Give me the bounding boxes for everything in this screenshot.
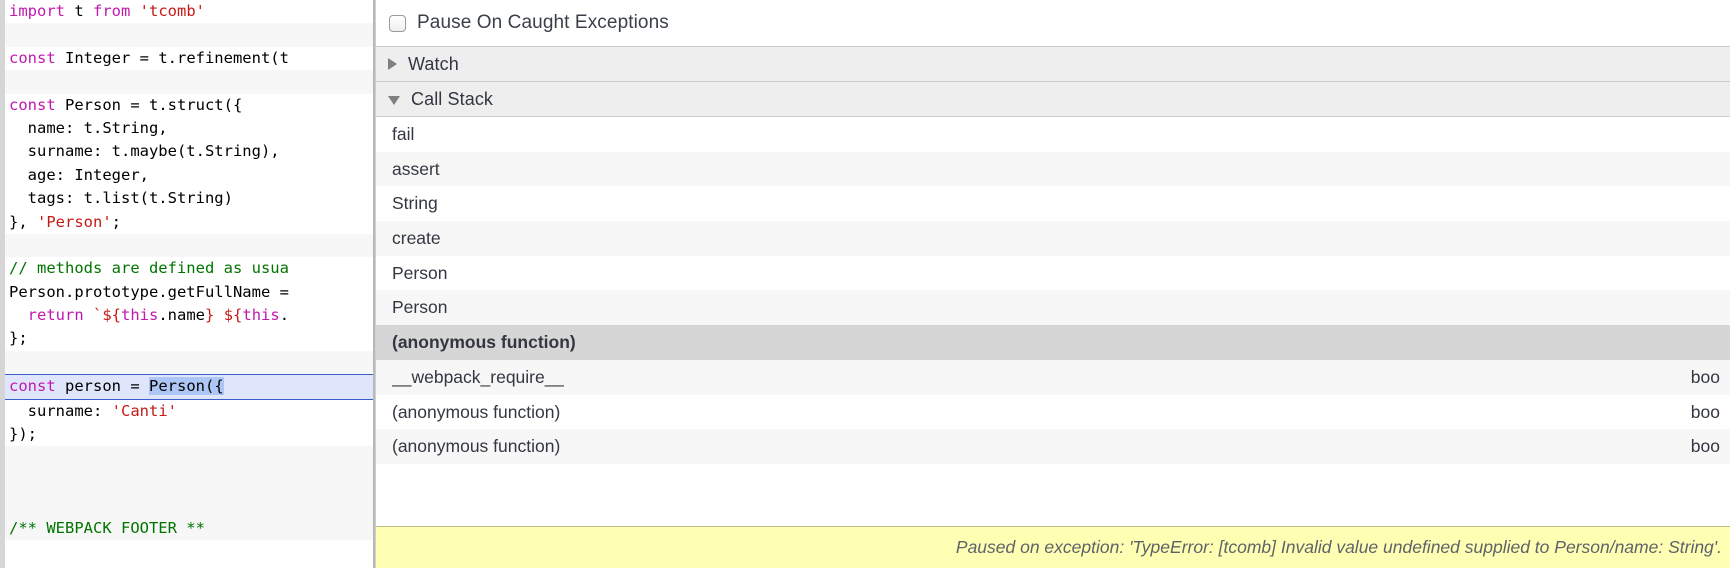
debugger-sidebar: Pause On Caught Exceptions Watch Call St… [375, 0, 1730, 568]
code-token: Person.prototype.getFullName = [9, 282, 289, 301]
code-token: ${ [223, 306, 243, 325]
code-line[interactable] [0, 233, 373, 258]
code-token: const [9, 48, 65, 67]
code-line[interactable] [0, 23, 373, 47]
code-token: return [27, 306, 93, 325]
code-token: 'Person' [37, 212, 112, 231]
code-token: 'tcomb' [139, 2, 205, 20]
call-stack-row[interactable]: fail [376, 117, 1730, 152]
code-token: this [242, 306, 280, 325]
code-token: }; [9, 329, 28, 348]
call-stack-function-name: fail [392, 124, 415, 144]
pause-on-caught-exceptions-label: Pause On Caught Exceptions [417, 12, 669, 33]
call-stack-row[interactable]: String [376, 186, 1730, 222]
call-stack-list[interactable]: fail assert String create Person Person (anony… [376, 117, 1730, 464]
code-token: 'Canti' [111, 401, 177, 420]
call-stack-section-header[interactable]: Call Stack [376, 82, 1730, 117]
code-line[interactable]: name: t.String, [0, 116, 373, 141]
code-token: tags: t.list(t.String) [9, 189, 233, 208]
code-line[interactable]: }; [0, 327, 373, 351]
code-token: Integer = t.refinement(t [65, 48, 289, 67]
call-stack-source-location: boo [1690, 366, 1720, 387]
code-token: surname: [9, 401, 112, 420]
code-line[interactable]: import t from 'tcomb' [0, 0, 373, 24]
code-line[interactable]: Person.prototype.getFullName = [0, 280, 373, 305]
call-stack-row[interactable]: (anonymous function) boo [376, 394, 1730, 430]
call-stack-function-name: __webpack_require__ [392, 366, 565, 387]
code-token: this [121, 306, 159, 325]
call-stack-function-name: Person [392, 297, 448, 318]
watch-section-header[interactable]: Watch [376, 47, 1730, 82]
code-line[interactable] [0, 70, 373, 94]
call-stack-row[interactable]: (anonymous function) boo [376, 429, 1730, 464]
call-stack-row[interactable]: assert [376, 151, 1730, 187]
code-token: name: t.String, [9, 118, 168, 137]
code-token: from [93, 2, 140, 20]
call-stack-row[interactable]: create [376, 221, 1730, 256]
code-line[interactable] [0, 446, 373, 470]
call-stack-function-name: create [392, 228, 441, 249]
call-stack-row[interactable]: Person [376, 255, 1730, 291]
code-line[interactable]: }); [0, 423, 373, 447]
watch-section-title: Watch [408, 53, 459, 74]
call-stack-function-name: assert [392, 158, 440, 179]
call-stack-source-location: boo [1690, 401, 1720, 422]
triangle-down-icon[interactable] [388, 96, 400, 105]
code-token: // methods are defined as usua [9, 259, 289, 278]
code-token: } [205, 306, 224, 325]
code-token: ` [93, 306, 103, 325]
code-token: Person = t.struct({ [65, 95, 243, 114]
code-token: const [9, 95, 65, 114]
source-code-pane[interactable]: import t from 'tcomb' const Integer = t.… [0, 0, 373, 568]
sidebar-filler [376, 463, 1730, 526]
code-selection: Person({ [149, 377, 224, 396]
code-token: ; [111, 212, 121, 231]
checkbox-unchecked-icon[interactable] [389, 14, 406, 32]
call-stack-function-name: String [392, 193, 438, 214]
code-token: ${ [102, 306, 122, 325]
code-token: }); [9, 425, 37, 444]
paused-status-bar: Paused on exception: 'TypeError: [tcomb]… [376, 526, 1730, 568]
code-line[interactable]: const Person = t.struct({ [0, 93, 373, 117]
call-stack-row[interactable]: Person [376, 290, 1730, 326]
code-line[interactable]: /** WEBPACK FOOTER ** [0, 516, 373, 540]
call-stack-function-name: (anonymous function) [392, 401, 561, 422]
code-token: t [74, 2, 93, 20]
call-stack-row-selected[interactable]: (anonymous function) [376, 325, 1730, 360]
code-token: age: Integer, [9, 165, 149, 184]
code-line[interactable] [0, 493, 373, 517]
code-line[interactable]: age: Integer, [0, 163, 373, 188]
code-line[interactable] [0, 350, 373, 375]
code-line[interactable]: const Integer = t.refinement(t [0, 46, 373, 71]
code-line[interactable]: surname: t.maybe(t.String), [0, 140, 373, 164]
code-token: const [9, 377, 65, 396]
triangle-right-icon[interactable] [388, 58, 397, 70]
call-stack-function-name: Person [392, 262, 448, 283]
editor-gutter [0, 0, 5, 568]
call-stack-function-name: (anonymous function) [392, 436, 561, 457]
code-token: surname: t.maybe(t.String), [9, 142, 280, 161]
devtools-window: import t from 'tcomb' const Integer = t.… [0, 0, 1730, 568]
call-stack-section-title: Call Stack [411, 88, 494, 109]
code-token: .name [158, 306, 206, 325]
code-lines-container[interactable]: import t from 'tcomb' const Integer = t.… [0, 0, 373, 540]
code-line[interactable]: }, 'Person'; [0, 210, 373, 234]
code-line[interactable]: // methods are defined as usua [0, 257, 373, 281]
call-stack-row[interactable]: __webpack_require__ boo [376, 359, 1730, 395]
call-stack-function-name: (anonymous function) [392, 332, 576, 353]
code-line-current-execution[interactable]: const person = Person({ [0, 374, 373, 400]
code-line[interactable] [0, 469, 373, 494]
code-token: . [279, 306, 290, 325]
pause-on-caught-exceptions-row[interactable]: Pause On Caught Exceptions [376, 0, 1730, 47]
code-line[interactable]: tags: t.list(t.String) [0, 187, 373, 211]
call-stack-source-location: boo [1690, 436, 1720, 457]
paused-status-text: Paused on exception: 'TypeError: [tcomb]… [955, 537, 1722, 557]
code-token: import [9, 2, 75, 20]
code-token: person = [65, 377, 149, 396]
code-line[interactable]: return `${this.name} ${this. [0, 304, 373, 328]
code-token: /** WEBPACK FOOTER ** [9, 518, 205, 537]
code-line[interactable]: surname: 'Canti' [0, 399, 373, 424]
code-token: }, [9, 212, 37, 231]
